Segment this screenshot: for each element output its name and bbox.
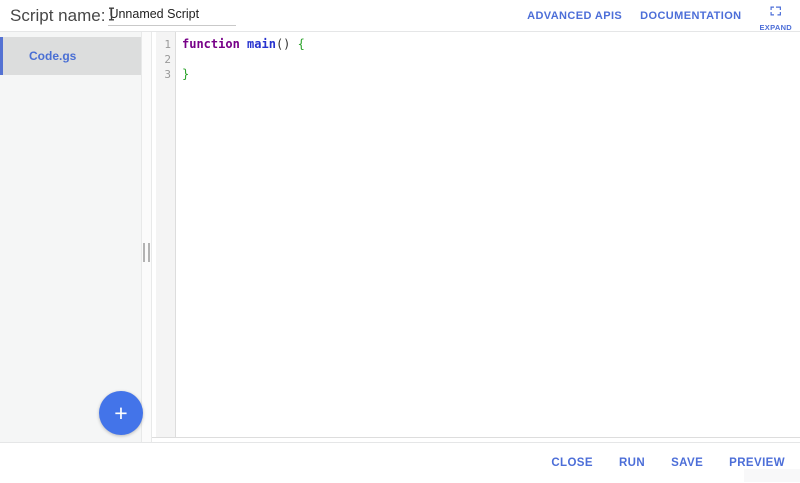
code-token-bracket: } xyxy=(182,67,190,81)
footer-action-bar: CLOSE RUN SAVE PREVIEW xyxy=(0,443,800,482)
code-editor-pane: 123 function main() { } xyxy=(152,32,800,442)
header: Script name: ADVANCED APIS DOCUMENTATION… xyxy=(0,0,800,32)
footer-button-close[interactable]: CLOSE xyxy=(538,449,606,477)
advanced-apis-link[interactable]: ADVANCED APIS xyxy=(527,10,622,22)
sidebar-file-item[interactable]: Code.gs xyxy=(0,37,141,75)
file-sidebar: Code.gs xyxy=(0,32,141,442)
code-token-bracket: { xyxy=(297,37,305,51)
header-actions: ADVANCED APIS DOCUMENTATION EXPAND xyxy=(518,0,794,32)
documentation-link[interactable]: DOCUMENTATION xyxy=(640,10,741,22)
footer-button-save[interactable]: SAVE xyxy=(658,449,716,477)
code-token-plain: () xyxy=(275,37,291,51)
plus-icon: + xyxy=(114,400,128,426)
corner-shade xyxy=(744,469,800,482)
expand-button-label: EXPAND xyxy=(759,22,792,32)
script-name-label: Script name: xyxy=(10,6,106,25)
code-token-keyword: function xyxy=(182,37,240,51)
expand-icon xyxy=(769,5,782,21)
sidebar-resizer[interactable] xyxy=(141,32,152,442)
editor-bottom-divider xyxy=(152,437,800,438)
footer-button-run[interactable]: RUN xyxy=(606,449,658,477)
file-list: Code.gs xyxy=(0,37,141,75)
script-name-input[interactable] xyxy=(108,6,237,26)
code-editor[interactable]: function main() { } xyxy=(152,32,800,437)
main-body: Code.gs 123 function main() { } + xyxy=(0,32,800,443)
code-token-def: main xyxy=(247,37,276,51)
code-line: } xyxy=(182,67,800,82)
code-line: function main() { xyxy=(182,37,800,52)
resize-grip-icon xyxy=(143,243,150,262)
script-name-field xyxy=(108,5,237,26)
add-file-button[interactable]: + xyxy=(99,391,143,435)
file-name-label: Code.gs xyxy=(29,49,77,63)
expand-button[interactable]: EXPAND xyxy=(760,5,793,32)
